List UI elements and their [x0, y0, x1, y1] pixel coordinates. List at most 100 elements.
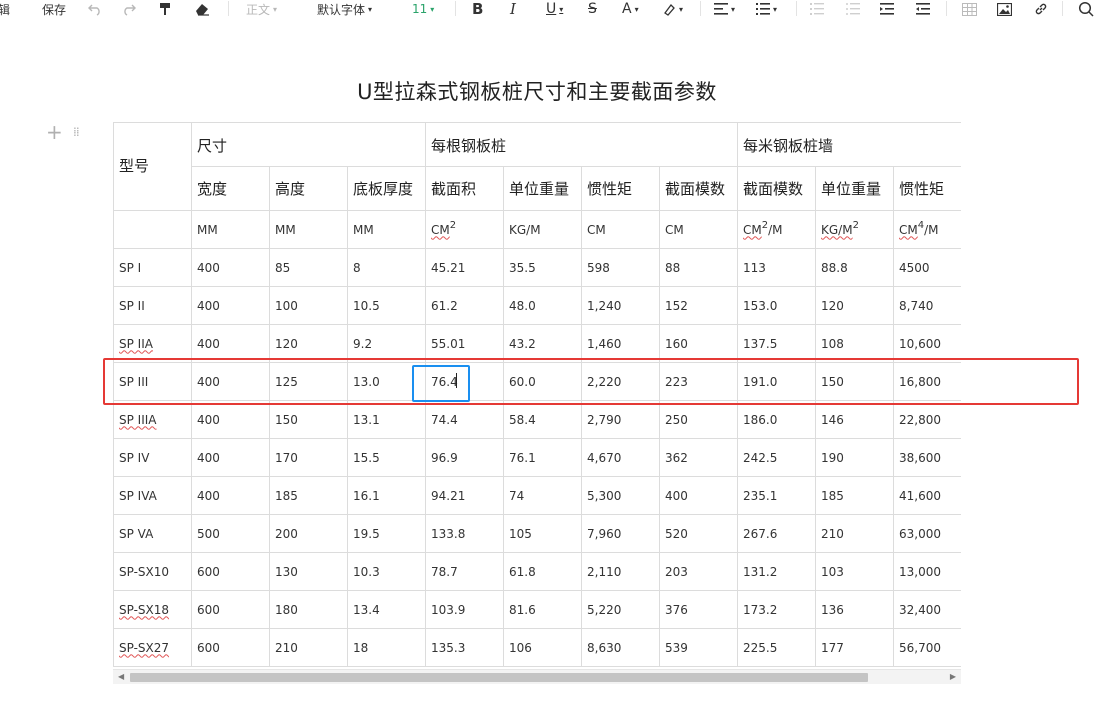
redo-icon[interactable]	[122, 0, 136, 18]
header-cell-model[interactable]: 型号	[113, 122, 192, 211]
table-cell[interactable]: 15.5	[347, 438, 426, 477]
table-cell[interactable]: 7,960	[581, 514, 660, 553]
units-cell-empty[interactable]	[113, 210, 192, 249]
table-cell[interactable]: 242.5	[737, 438, 817, 477]
search-icon[interactable]	[1078, 0, 1094, 18]
table-cell[interactable]: 9.2	[347, 324, 426, 363]
undo-icon[interactable]	[88, 0, 102, 18]
font-family-select[interactable]: 默认字体 ▾	[317, 0, 372, 18]
table-cell[interactable]: 598	[581, 248, 660, 287]
table-cell[interactable]: 203	[658, 552, 739, 591]
table-cell[interactable]: 185	[269, 476, 348, 515]
header-cell-per-pile-group[interactable]: 每根钢板桩	[424, 122, 739, 167]
table-cell[interactable]: 13.4	[347, 590, 426, 629]
table-cell[interactable]: 8	[347, 248, 426, 287]
table-cell[interactable]: 400	[191, 438, 270, 477]
header-cell-wall-moment-of-inertia[interactable]: 惯性矩	[893, 166, 961, 211]
table-cell[interactable]: 56,700	[893, 628, 961, 667]
align-icon[interactable]: ▾	[714, 0, 735, 18]
table-cell[interactable]: 13.1	[347, 400, 426, 439]
table-cell[interactable]: 600	[191, 628, 270, 667]
units-cell[interactable]: CM4/M	[893, 210, 961, 249]
italic-icon[interactable]: I	[510, 0, 516, 18]
table-cell[interactable]: 41,600	[893, 476, 961, 515]
table-cell[interactable]: 600	[191, 590, 270, 629]
table-cell[interactable]: 45.21	[425, 248, 504, 287]
table-cell[interactable]: 10.5	[347, 286, 426, 325]
table-cell[interactable]: 210	[269, 628, 348, 667]
indent-icon[interactable]	[880, 0, 894, 18]
table-cell[interactable]: 1,240	[581, 286, 660, 325]
table-cell[interactable]: 173.2	[737, 590, 817, 629]
edit-button[interactable]: 辑	[0, 0, 10, 18]
header-cell-base-thickness[interactable]: 底板厚度	[347, 166, 426, 211]
table-cell[interactable]: 153.0	[737, 286, 817, 325]
table-cell[interactable]: 235.1	[737, 476, 817, 515]
table-cell[interactable]: 120	[269, 324, 348, 363]
table-cell[interactable]: 131.2	[737, 552, 817, 591]
table-cell[interactable]: 400	[658, 476, 739, 515]
table-cell[interactable]: 35.5	[503, 248, 582, 287]
scroll-right-icon[interactable]: ▶	[950, 672, 956, 681]
table-cell[interactable]: 400	[191, 476, 270, 515]
scroll-left-icon[interactable]: ◀	[118, 672, 124, 681]
table-cell[interactable]: 186.0	[737, 400, 817, 439]
table-cell[interactable]: 376	[658, 590, 739, 629]
table-cell[interactable]: 61.2	[425, 286, 504, 325]
table-cell[interactable]: 19.5	[347, 514, 426, 553]
table-cell[interactable]: 94.21	[425, 476, 504, 515]
table-cell[interactable]: 400	[191, 400, 270, 439]
table-cell[interactable]: 267.6	[737, 514, 817, 553]
table-cell[interactable]: 600	[191, 552, 270, 591]
table-cell[interactable]: 400	[191, 248, 270, 287]
table-cell[interactable]: 85	[269, 248, 348, 287]
table-cell[interactable]: 16.1	[347, 476, 426, 515]
table-cell[interactable]: 1,460	[581, 324, 660, 363]
table-cell[interactable]: 58.4	[503, 400, 582, 439]
header-cell-moment-of-inertia[interactable]: 惯性矩	[581, 166, 660, 211]
table-cell[interactable]: 5,220	[581, 590, 660, 629]
table-cell[interactable]: 200	[269, 514, 348, 553]
table-icon[interactable]	[962, 0, 977, 18]
table-cell[interactable]: 120	[815, 286, 895, 325]
drag-handle-icon[interactable]: ⁞⁞	[73, 126, 80, 138]
units-cell[interactable]: KG/M	[503, 210, 582, 249]
eraser-icon[interactable]	[194, 0, 210, 18]
header-cell-size-group[interactable]: 尺寸	[191, 122, 426, 167]
table-cell[interactable]: 22,800	[893, 400, 961, 439]
scrollbar-thumb[interactable]	[130, 673, 868, 682]
header-cell-width[interactable]: 宽度	[191, 166, 270, 211]
highlight-color-icon[interactable]: ▾	[662, 0, 683, 18]
add-block-icon[interactable]: +	[46, 122, 63, 142]
image-icon[interactable]	[997, 0, 1012, 18]
table-cell[interactable]: 133.8	[425, 514, 504, 553]
table-cell[interactable]: 180	[269, 590, 348, 629]
table-cell[interactable]: 225.5	[737, 628, 817, 667]
table-cell[interactable]: 130	[269, 552, 348, 591]
table-cell[interactable]: 177	[815, 628, 895, 667]
table-cell[interactable]: 81.6	[503, 590, 582, 629]
table-cell[interactable]: 10,600	[893, 324, 961, 363]
table-cell[interactable]: 18	[347, 628, 426, 667]
table-cell[interactable]: 170	[269, 438, 348, 477]
header-cell-section-area[interactable]: 截面积	[425, 166, 504, 211]
table-cell[interactable]: 32,400	[893, 590, 961, 629]
units-cell[interactable]: KG/M2	[815, 210, 895, 249]
ordered-list-icon[interactable]	[810, 0, 824, 18]
table-cell[interactable]: 4,670	[581, 438, 660, 477]
header-cell-wall-unit-weight[interactable]: 单位重量	[815, 166, 895, 211]
table-cell[interactable]: 2,790	[581, 400, 660, 439]
units-cell[interactable]: MM	[191, 210, 270, 249]
font-size-select[interactable]: 11 ▾	[412, 0, 434, 18]
table-cell[interactable]: 55.01	[425, 324, 504, 363]
table-cell[interactable]: 76.1	[503, 438, 582, 477]
horizontal-scrollbar[interactable]: ◀ ▶	[113, 669, 961, 684]
format-painter-icon[interactable]	[158, 0, 172, 18]
table-cell[interactable]: 4500	[893, 248, 961, 287]
table-cell[interactable]: 105	[503, 514, 582, 553]
table-cell[interactable]: 106	[503, 628, 582, 667]
bold-icon[interactable]: B	[472, 0, 483, 18]
header-cell-section-modulus[interactable]: 截面模数	[658, 166, 739, 211]
table-cell[interactable]: 136	[815, 590, 895, 629]
units-cell[interactable]: CM	[581, 210, 660, 249]
